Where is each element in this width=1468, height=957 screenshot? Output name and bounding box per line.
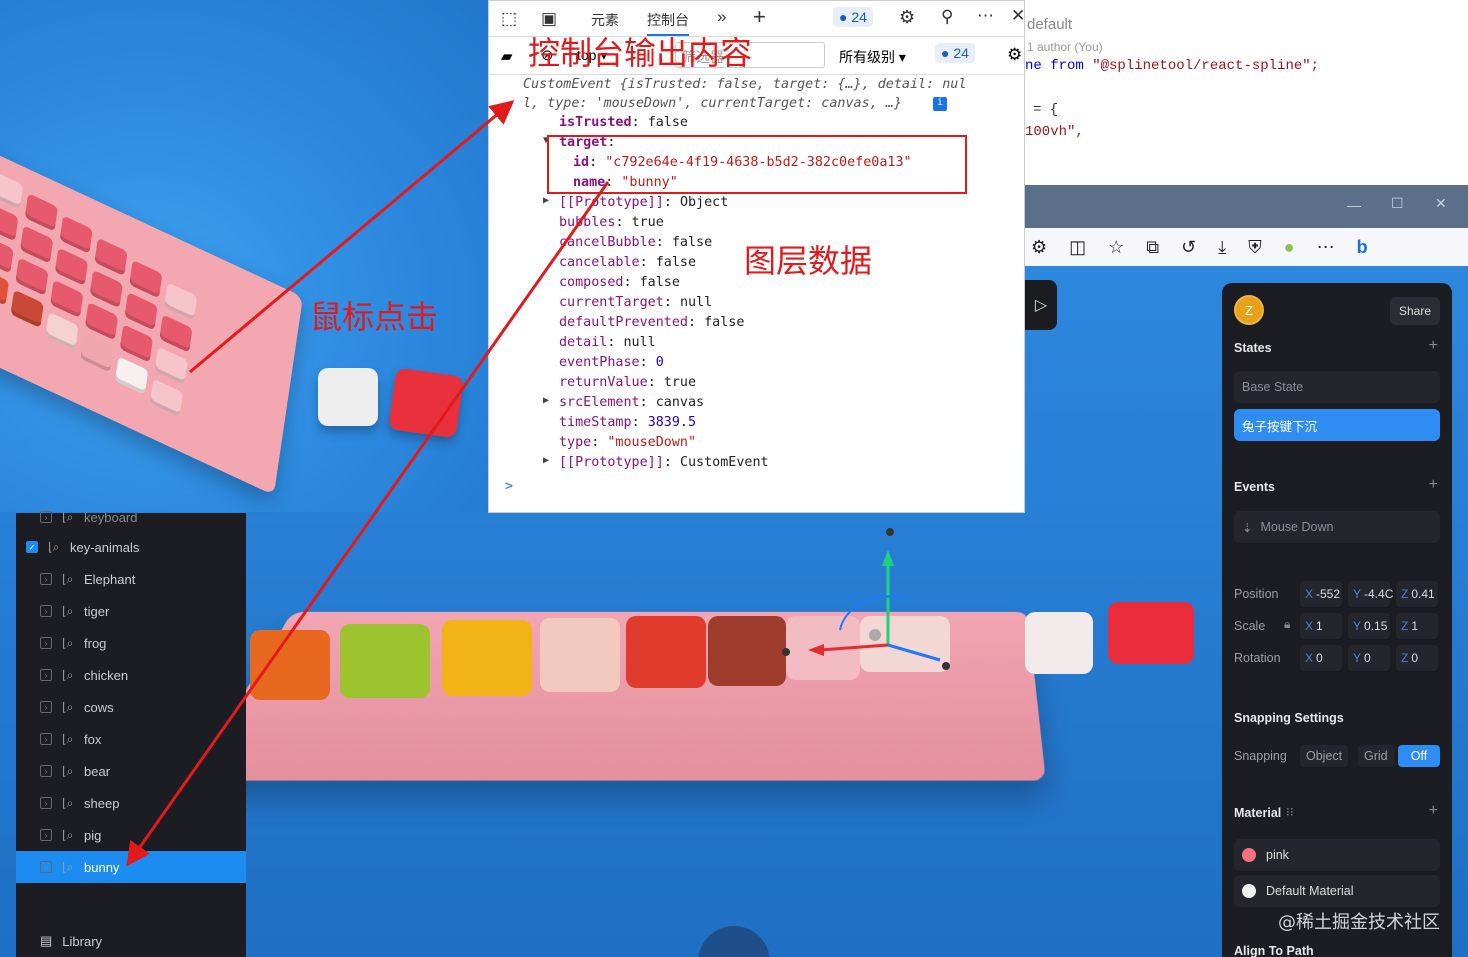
arrow-layer-data-to-bunny [128,182,608,864]
annotation-arrows [0,0,1468,957]
arrow-click-to-console [190,102,512,372]
